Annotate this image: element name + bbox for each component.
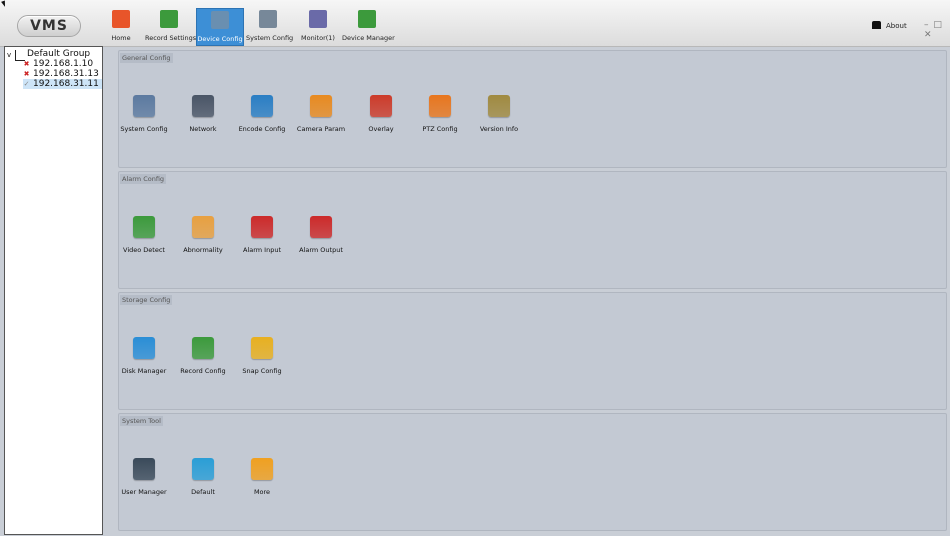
- mouse-cursor: [1, 0, 7, 8]
- video-detect-icon: [133, 216, 155, 238]
- section-title: System Tool: [120, 416, 163, 426]
- item-label: Alarm Output: [299, 246, 343, 254]
- tab-device-manager[interactable]: Device Manager: [342, 8, 395, 44]
- network-icon: [192, 95, 214, 117]
- tab-label: System Config: [246, 34, 294, 42]
- tab-system-config[interactable]: System Config: [246, 8, 294, 44]
- device-manager-icon: [358, 10, 376, 28]
- item-overlay[interactable]: Overlay: [351, 95, 411, 133]
- item-alarm-input[interactable]: Alarm Input: [232, 216, 292, 254]
- item-snap-config[interactable]: Snap Config: [232, 337, 292, 375]
- item-encode-config[interactable]: Encode Config: [232, 95, 292, 133]
- device-label: 192.168.1.10: [33, 59, 94, 69]
- item-label: Video Detect: [123, 246, 165, 254]
- item-label: System Config: [120, 125, 168, 133]
- item-video-detect[interactable]: Video Detect: [114, 216, 174, 254]
- item-alarm-output[interactable]: Alarm Output: [291, 216, 351, 254]
- record-settings-icon: [160, 10, 178, 28]
- about-button[interactable]: About: [872, 21, 907, 30]
- item-label: Disk Manager: [121, 367, 167, 375]
- default-icon: [192, 458, 214, 480]
- item-ptz-config[interactable]: PTZ Config: [410, 95, 470, 133]
- section-title: General Config: [120, 53, 173, 63]
- device-config-icon: [211, 11, 229, 29]
- tab-device-config[interactable]: Device Config: [196, 8, 244, 46]
- tab-label: Home: [111, 34, 131, 42]
- item-label: Encode Config: [238, 125, 286, 133]
- section-system-tool: System Tool User Manager Default More: [118, 413, 947, 531]
- about-label: About: [886, 22, 907, 30]
- tree-device-row-selected[interactable]: ✓ 192.168.31.11: [23, 79, 102, 89]
- version-icon: [488, 95, 510, 117]
- disk-icon: [133, 337, 155, 359]
- abnormality-icon: [192, 216, 214, 238]
- item-network[interactable]: Network: [173, 95, 233, 133]
- tab-record-settings[interactable]: Record Settings: [145, 8, 197, 44]
- record-config-icon: [192, 337, 214, 359]
- item-label: PTZ Config: [422, 125, 458, 133]
- tab-home[interactable]: Home: [110, 8, 132, 44]
- shirt-icon: [872, 21, 881, 29]
- section-alarm-config: Alarm Config Video Detect Abnormality Al…: [118, 171, 947, 289]
- monitor-icon: [309, 10, 327, 28]
- system-config-icon: [259, 10, 277, 28]
- user-manager-icon: [133, 458, 155, 480]
- tree-device-row[interactable]: ✖ 192.168.31.13: [23, 69, 99, 79]
- item-label: Default: [191, 488, 215, 496]
- item-label: More: [253, 488, 271, 496]
- item-disk-manager[interactable]: Disk Manager: [114, 337, 174, 375]
- offline-icon: ✖: [23, 70, 30, 78]
- item-system-config[interactable]: System Config: [114, 95, 174, 133]
- item-label: Network: [189, 125, 217, 133]
- device-label: 192.168.31.13: [33, 69, 99, 79]
- item-default[interactable]: Default: [173, 458, 233, 496]
- device-tree[interactable]: v Default Group ✖ 192.168.1.10 ✖ 192.168.3…: [4, 46, 103, 535]
- item-user-manager[interactable]: User Manager: [114, 458, 174, 496]
- alarm-input-icon: [251, 216, 273, 238]
- item-label: Abnormality: [183, 246, 223, 254]
- star-icon: [251, 458, 273, 480]
- camera-icon: [310, 95, 332, 117]
- tree-device-row[interactable]: ✖ 192.168.1.10: [23, 59, 94, 69]
- item-label: User Manager: [121, 488, 167, 496]
- offline-icon: ✖: [23, 60, 30, 68]
- device-label: 192.168.31.11: [33, 79, 99, 89]
- item-version-info[interactable]: Version Info: [469, 95, 529, 133]
- item-label: Camera Param: [296, 125, 346, 133]
- item-label: Record Config: [180, 367, 226, 375]
- overlay-icon: [370, 95, 392, 117]
- ptz-icon: [429, 95, 451, 117]
- item-camera-param[interactable]: Camera Param: [291, 95, 351, 133]
- window-controls[interactable]: – □ ✕: [924, 20, 950, 40]
- group-label: Default Group: [27, 49, 91, 59]
- item-abnormality[interactable]: Abnormality: [173, 216, 233, 254]
- alarm-output-icon: [310, 216, 332, 238]
- item-record-config[interactable]: Record Config: [173, 337, 233, 375]
- section-title: Alarm Config: [120, 174, 167, 184]
- snap-icon: [251, 337, 273, 359]
- item-more[interactable]: More: [232, 458, 292, 496]
- home-icon: [112, 10, 130, 28]
- tab-label: Monitor(1): [301, 34, 335, 42]
- top-toolbar: VMS Home Record Settings Device Config S…: [0, 0, 950, 47]
- gear-icon: [133, 95, 155, 117]
- expand-toggle-icon[interactable]: v: [7, 52, 13, 59]
- app-logo: VMS: [17, 15, 81, 37]
- section-general-config: General Config System Config Network Enc…: [118, 50, 947, 168]
- online-icon: ✓: [23, 80, 30, 88]
- tab-label: Record Settings: [145, 34, 197, 42]
- tab-label: Device Config: [197, 35, 243, 43]
- section-storage-config: Storage Config Disk Manager Record Confi…: [118, 292, 947, 410]
- encode-icon: [251, 95, 273, 117]
- tab-label: Device Manager: [342, 34, 395, 42]
- item-label: Version Info: [479, 125, 519, 133]
- section-title: Storage Config: [120, 295, 173, 305]
- item-label: Overlay: [368, 125, 394, 133]
- tab-monitor[interactable]: Monitor(1): [300, 8, 336, 44]
- item-label: Snap Config: [242, 367, 282, 375]
- item-label: Alarm Input: [242, 246, 282, 254]
